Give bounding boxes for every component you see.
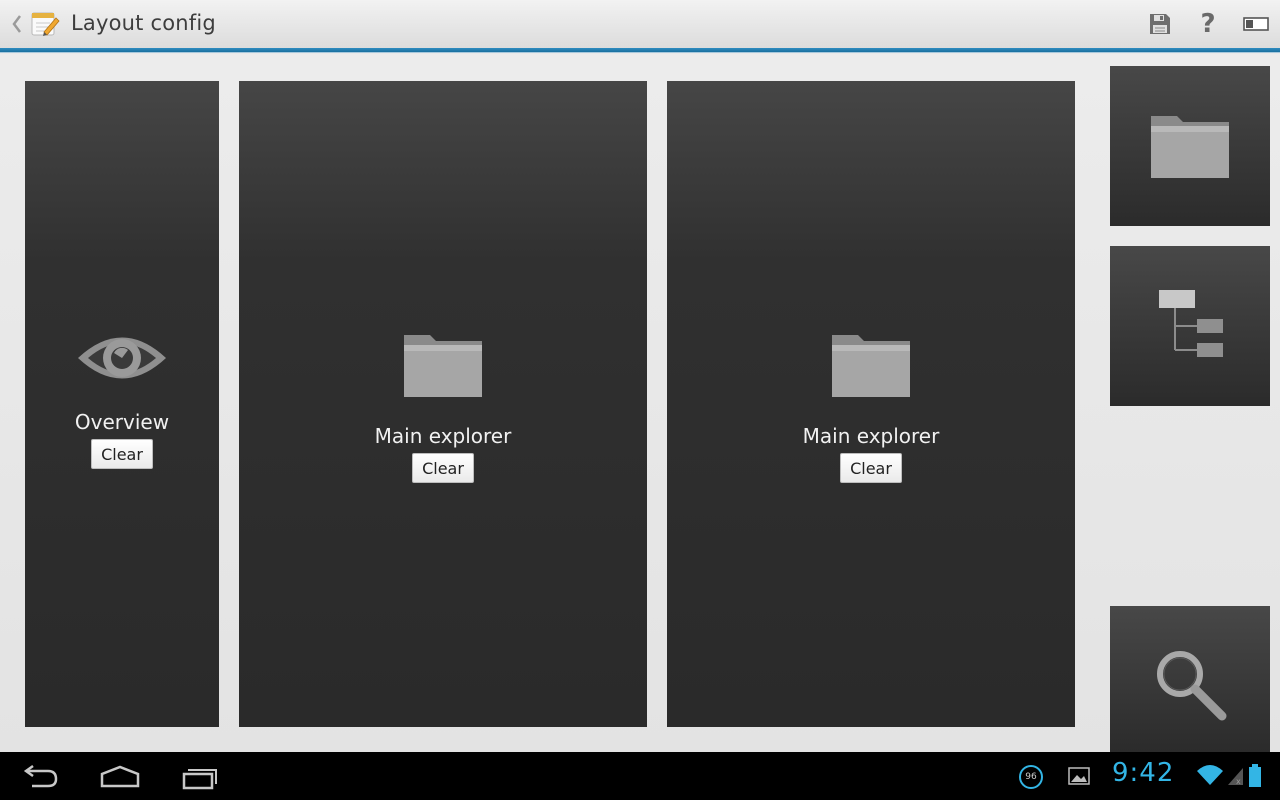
wifi-icon <box>1197 765 1223 785</box>
panel-content: Main explorer Clear <box>667 331 1075 483</box>
folder-icon <box>404 335 482 397</box>
help-button[interactable]: ? <box>1191 8 1225 40</box>
action-bar-accent-line <box>0 48 1280 53</box>
signal-icon: x <box>1228 768 1243 786</box>
palette-tile-explorer[interactable] <box>1110 66 1270 226</box>
panel-label: Main explorer <box>802 424 940 448</box>
panel-content: Main explorer Clear <box>239 331 647 483</box>
clear-button[interactable]: Clear <box>91 439 153 469</box>
save-button[interactable] <box>1143 8 1177 40</box>
notepad-app-icon[interactable] <box>30 10 62 38</box>
recent-apps-icon[interactable] <box>178 762 222 792</box>
back-caret-icon[interactable] <box>10 12 24 36</box>
layout-panel-main-explorer[interactable]: Main explorer Clear <box>667 81 1075 727</box>
tree-icon <box>1159 290 1223 357</box>
layout-panel-main-explorer[interactable]: Main explorer Clear <box>239 81 647 727</box>
layout-editor: Overview Clear Main explorer Clear Main … <box>0 54 1280 752</box>
toggle-panel-icon <box>1243 17 1269 31</box>
panel-label: Overview <box>74 410 170 434</box>
clear-button[interactable]: Clear <box>412 453 474 483</box>
help-icon: ? <box>1200 9 1216 39</box>
palette-tile-tree[interactable] <box>1110 246 1270 406</box>
notification-badge-icon[interactable]: 96 <box>1019 765 1043 789</box>
battery-icon <box>1249 764 1261 787</box>
action-bar: Layout config ? <box>0 0 1280 48</box>
eye-icon <box>78 337 166 379</box>
toggle-panel-button[interactable] <box>1239 8 1273 40</box>
gallery-icon[interactable] <box>1068 766 1090 786</box>
page-title: Layout config <box>71 11 216 35</box>
search-icon <box>1157 651 1227 721</box>
panel-label: Main explorer <box>374 424 512 448</box>
status-clock: 9:42 <box>1112 758 1175 788</box>
back-icon[interactable] <box>18 762 62 792</box>
home-icon[interactable] <box>98 762 142 792</box>
save-icon <box>1150 14 1170 34</box>
svg-text:x: x <box>1236 777 1241 786</box>
clear-button[interactable]: Clear <box>840 453 902 483</box>
layout-panel-overview[interactable]: Overview Clear <box>25 81 219 727</box>
folder-icon <box>1151 116 1229 178</box>
folder-icon <box>832 335 910 397</box>
palette-tile-search[interactable] <box>1110 606 1270 752</box>
panel-content: Overview Clear <box>25 331 219 469</box>
